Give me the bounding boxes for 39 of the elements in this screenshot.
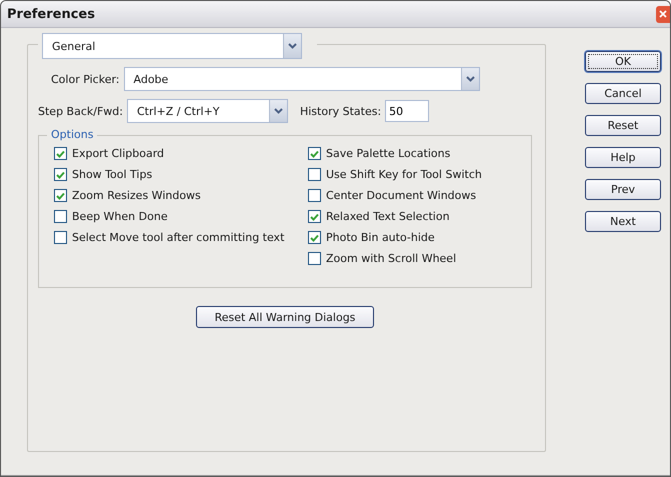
- dialog-button[interactable]: Prev: [585, 179, 661, 200]
- field-label: Step Back/Fwd:: [38, 104, 123, 118]
- checkbox-label: Zoom with Scroll Wheel: [326, 252, 456, 265]
- window-title: Preferences: [6, 6, 95, 22]
- group-title: Options: [47, 128, 98, 141]
- checkbox-label: Zoom Resizes Windows: [72, 189, 201, 202]
- checkbox[interactable]: [308, 189, 321, 202]
- checkbox[interactable]: [308, 168, 321, 181]
- checkbox[interactable]: [308, 252, 321, 265]
- checkbox-label: Photo Bin auto-hide: [326, 231, 435, 244]
- checkbox-label: Save Palette Locations: [326, 147, 450, 160]
- dropdown[interactable]: General: [42, 33, 302, 59]
- dropdown[interactable]: Adobe: [124, 67, 480, 91]
- checkbox-label: Center Document Windows: [326, 189, 476, 202]
- checkbox-label: Use Shift Key for Tool Switch: [326, 168, 482, 181]
- dropdown[interactable]: Ctrl+Z / Ctrl+Y: [126, 99, 288, 123]
- number-field[interactable]: 50: [385, 100, 430, 122]
- checkbox-label: Beep When Done: [72, 210, 168, 223]
- dialog-button[interactable]: Reset: [585, 115, 661, 136]
- checkbox[interactable]: [54, 231, 67, 244]
- checkbox[interactable]: [54, 210, 67, 223]
- checkbox[interactable]: [54, 189, 67, 202]
- reset-warnings-button[interactable]: Reset All Warning Dialogs: [196, 306, 374, 328]
- checkbox-label: Export Clipboard: [72, 147, 164, 160]
- checkbox-label: Relaxed Text Selection: [326, 210, 450, 223]
- checkbox[interactable]: [308, 147, 321, 160]
- dialog-button[interactable]: Next: [585, 211, 661, 232]
- dialog-button[interactable]: Cancel: [585, 83, 661, 104]
- checkbox[interactable]: [54, 147, 67, 160]
- checkbox[interactable]: [308, 231, 321, 244]
- dialog-button[interactable]: OK: [585, 51, 661, 72]
- close-icon[interactable]: [656, 6, 670, 22]
- checkbox-label: Select Move tool after committing text: [72, 231, 284, 244]
- checkbox[interactable]: [54, 168, 67, 181]
- field-label: History States:: [300, 104, 382, 118]
- checkbox[interactable]: [308, 210, 321, 223]
- checkbox-label: Show Tool Tips: [72, 168, 152, 181]
- field-label: Color Picker:: [51, 72, 120, 86]
- dialog-button[interactable]: Help: [585, 147, 661, 168]
